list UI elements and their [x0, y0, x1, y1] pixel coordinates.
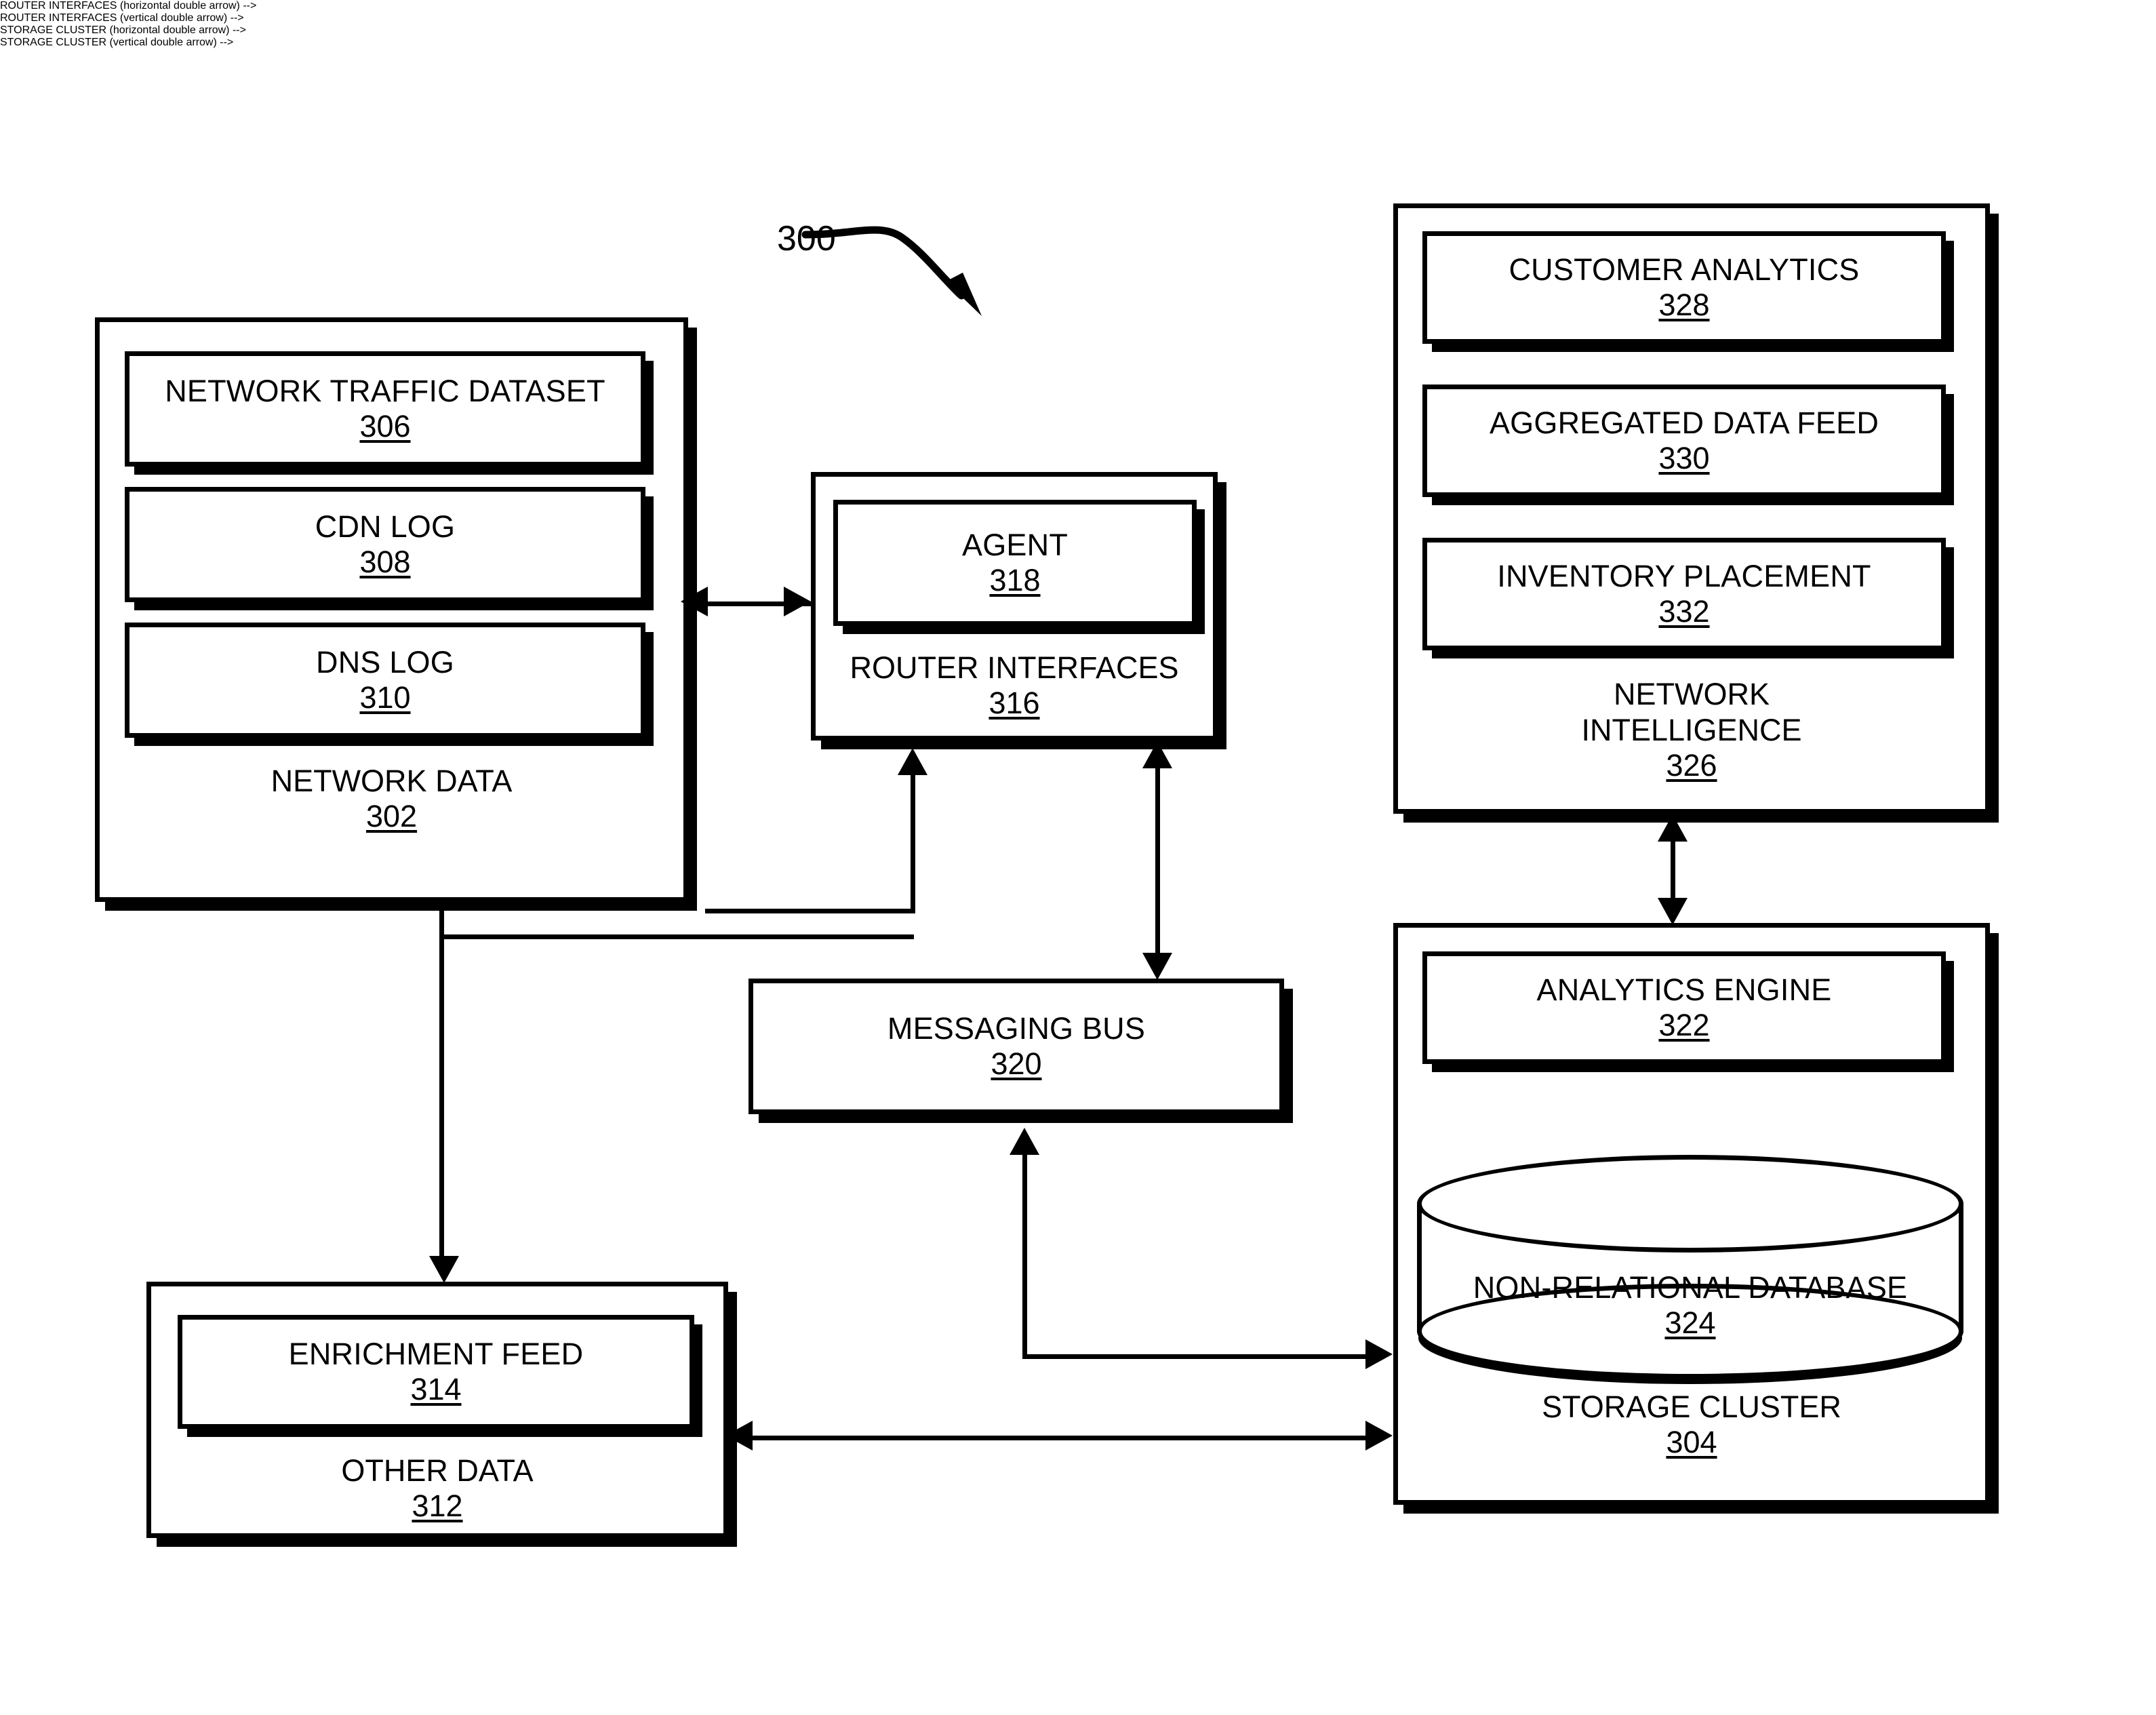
other-data-ref: 312 — [412, 1489, 463, 1524]
network-data-panel: NETWORK TRAFFIC DATASET 306 CDN LOG 308 … — [95, 317, 688, 902]
storage-cluster-caption: STORAGE CLUSTER — [1542, 1389, 1841, 1424]
aggregated-data-feed-label: AGGREGATED DATA FEED — [1489, 406, 1879, 441]
cdn-log-ref: 308 — [359, 544, 411, 579]
cylinder-top-ellipse — [1417, 1155, 1963, 1253]
other-data-caption-group: OTHER DATA 312 — [151, 1453, 723, 1524]
aggregated-data-feed-box[interactable]: AGGREGATED DATA FEED 330 — [1422, 385, 1946, 497]
messaging-bus-ref: 320 — [991, 1046, 1042, 1081]
aggregated-data-feed-ref: 330 — [1658, 440, 1710, 475]
router-interfaces-panel: AGENT 318 ROUTER INTERFACES 316 — [811, 472, 1218, 741]
network-intelligence-panel: CUSTOMER ANALYTICS 328 AGGREGATED DATA F… — [1393, 203, 1990, 814]
network-intelligence-caption-group: NETWORK INTELLIGENCE 326 — [1398, 676, 1985, 783]
analytics-engine-ref: 322 — [1658, 1007, 1710, 1042]
inventory-placement-ref: 332 — [1658, 593, 1710, 629]
dns-log-ref: 310 — [359, 679, 411, 715]
patent-figure-diagram: 300 NETWORK TRAFFIC DATASET 306 CDN LOG … — [0, 0, 2156, 1715]
curved-arrow-icon — [801, 226, 982, 316]
analytics-engine-box[interactable]: ANALYTICS ENGINE 322 — [1422, 951, 1946, 1064]
enrichment-feed-box[interactable]: ENRICHMENT FEED 314 — [178, 1315, 694, 1429]
network-data-ref: 302 — [365, 799, 418, 834]
storage-cluster-caption-group: STORAGE CLUSTER 304 — [1398, 1389, 1985, 1460]
customer-analytics-ref: 328 — [1658, 287, 1710, 322]
network-data-caption: NETWORK DATA — [271, 764, 513, 798]
non-relational-database-cylinder[interactable]: NON-RELATIONAL DATABASE 324 — [1417, 1155, 1963, 1379]
storage-cluster-ref: 304 — [1666, 1425, 1717, 1460]
inventory-placement-label: INVENTORY PLACEMENT — [1497, 559, 1871, 594]
router-interfaces-caption-group: ROUTER INTERFACES 316 — [816, 650, 1213, 721]
network-intelligence-ref: 326 — [1666, 748, 1717, 783]
non-relational-database-ref: 324 — [1664, 1305, 1716, 1340]
network-data-caption-group: NETWORK DATA 302 — [100, 763, 683, 834]
network-traffic-dataset-ref: 306 — [359, 408, 411, 443]
network-intelligence-caption-line2: INTELLIGENCE — [1581, 713, 1802, 748]
network-traffic-dataset-label: NETWORK TRAFFIC DATASET — [165, 374, 605, 409]
analytics-engine-label: ANALYTICS ENGINE — [1536, 972, 1832, 1008]
messaging-bus-box[interactable]: MESSAGING BUS 320 — [748, 979, 1284, 1114]
cdn-log-box[interactable]: CDN LOG 308 — [125, 487, 645, 602]
customer-analytics-box[interactable]: CUSTOMER ANALYTICS 328 — [1422, 231, 1946, 344]
enrichment-feed-ref: 314 — [410, 1371, 462, 1406]
network-intelligence-caption-line1: NETWORK — [1614, 677, 1770, 711]
non-relational-database-label: NON-RELATIONAL DATABASE — [1473, 1270, 1908, 1305]
storage-cluster-panel: ANALYTICS ENGINE 322 NON-RELATIONAL DATA… — [1393, 923, 1990, 1505]
dns-log-label: DNS LOG — [316, 645, 454, 680]
customer-analytics-label: CUSTOMER ANALYTICS — [1509, 252, 1860, 288]
cdn-log-label: CDN LOG — [315, 509, 456, 545]
agent-label: AGENT — [961, 528, 1069, 563]
agent-box[interactable]: AGENT 318 — [833, 500, 1197, 626]
router-interfaces-ref: 316 — [989, 686, 1040, 721]
enrichment-feed-label: ENRICHMENT FEED — [288, 1337, 584, 1372]
router-interfaces-caption: ROUTER INTERFACES — [850, 650, 1179, 685]
network-traffic-dataset-box[interactable]: NETWORK TRAFFIC DATASET 306 — [125, 351, 645, 467]
other-data-caption: OTHER DATA — [341, 1453, 534, 1488]
inventory-placement-box[interactable]: INVENTORY PLACEMENT 332 — [1422, 538, 1946, 650]
other-data-panel: ENRICHMENT FEED 314 OTHER DATA 312 — [146, 1282, 728, 1538]
messaging-bus-label: MESSAGING BUS — [887, 1011, 1146, 1046]
dns-log-box[interactable]: DNS LOG 310 — [125, 623, 645, 738]
agent-ref: 318 — [989, 562, 1041, 597]
